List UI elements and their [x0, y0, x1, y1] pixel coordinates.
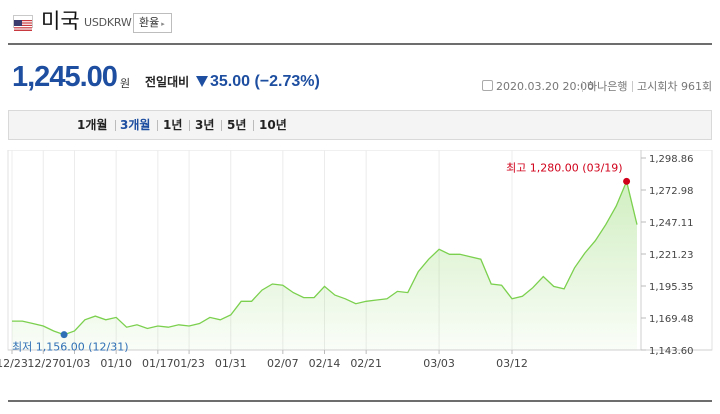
down-triangle-icon — [196, 76, 208, 87]
us-flag-icon — [13, 15, 33, 31]
period-tab-3y[interactable]: 3년 — [195, 117, 214, 133]
high-point-label: 최고 1,280.00 (03/19) — [506, 161, 623, 174]
x-tick-label: 01/31 — [215, 357, 247, 370]
x-tick-label: 01/17 — [142, 357, 174, 370]
bank-name: 하나은행 — [587, 80, 628, 93]
period-divider — [221, 120, 222, 131]
price-unit: 원 — [120, 77, 131, 90]
compare-label: 전일대비 — [145, 75, 190, 89]
x-tick-label: 01/03 — [59, 357, 91, 370]
exchange-rate-chart: 12/2312/2701/03 01/10 01/1701/23 01/31 02/07… — [0, 150, 713, 370]
y-tick-label: 1,143.60 — [649, 346, 694, 357]
period-tab-1m[interactable]: 1개월 — [77, 117, 107, 133]
y-tick-label: 1,169.48 — [649, 314, 694, 325]
footer-divider — [8, 400, 712, 402]
x-tick-label: 03/03 — [423, 357, 455, 370]
meta-divider — [582, 81, 583, 92]
exchange-button-label: 환율 — [139, 16, 160, 29]
period-tab-3m[interactable]: 3개월 — [120, 117, 150, 133]
y-tick-label: 1,195.35 — [649, 282, 694, 293]
chevron-right-icon: ▸ — [161, 20, 165, 28]
period-tabs: 1개월 3개월 1년 3년 5년 10년 — [8, 110, 712, 140]
period-tab-10y[interactable]: 10년 — [259, 117, 287, 133]
currency-code: USDKRW — [84, 16, 132, 29]
x-tick-label: 03/12 — [496, 357, 528, 370]
y-tick-label: 1,247.11 — [649, 218, 694, 229]
period-divider — [189, 120, 190, 131]
x-tick-label: 12/27 — [27, 357, 59, 370]
high-point-marker — [623, 177, 631, 185]
period-divider — [253, 120, 254, 131]
x-tick-label: 02/07 — [267, 357, 299, 370]
current-price: 1,245.00 — [12, 61, 118, 93]
price-change: 35.00 (−2.73%) — [210, 73, 320, 90]
country-name: 미국 — [41, 9, 80, 33]
low-point-marker — [60, 331, 68, 339]
header: 미국 USDKRW 환율 ▸ — [0, 0, 720, 44]
meta-divider — [632, 81, 633, 92]
clock-icon — [482, 80, 493, 91]
x-tick-label: 02/21 — [350, 357, 382, 370]
period-divider — [157, 120, 158, 131]
y-tick-label: 1,272.98 — [649, 186, 694, 197]
quote-datetime: 2020.03.20 20:00 — [496, 80, 595, 93]
low-point-label: 최저 1,156.00 (12/31) — [12, 341, 129, 354]
exchange-button[interactable]: 환율 ▸ — [133, 13, 172, 33]
period-tab-1y[interactable]: 1년 — [163, 117, 182, 133]
notice-round: 고시회차 961회 — [637, 80, 713, 93]
y-tick-label: 1,221.23 — [649, 250, 694, 261]
y-tick-label: 1,298.86 — [649, 154, 694, 165]
period-tab-5y[interactable]: 5년 — [227, 117, 246, 133]
period-divider — [115, 120, 116, 131]
x-tick-label: 01/10 — [100, 357, 132, 370]
x-tick-label: 12/23 — [0, 357, 28, 370]
header-divider — [8, 43, 712, 45]
x-tick-label: 01/23 — [173, 357, 205, 370]
x-tick-label: 02/14 — [309, 357, 341, 370]
